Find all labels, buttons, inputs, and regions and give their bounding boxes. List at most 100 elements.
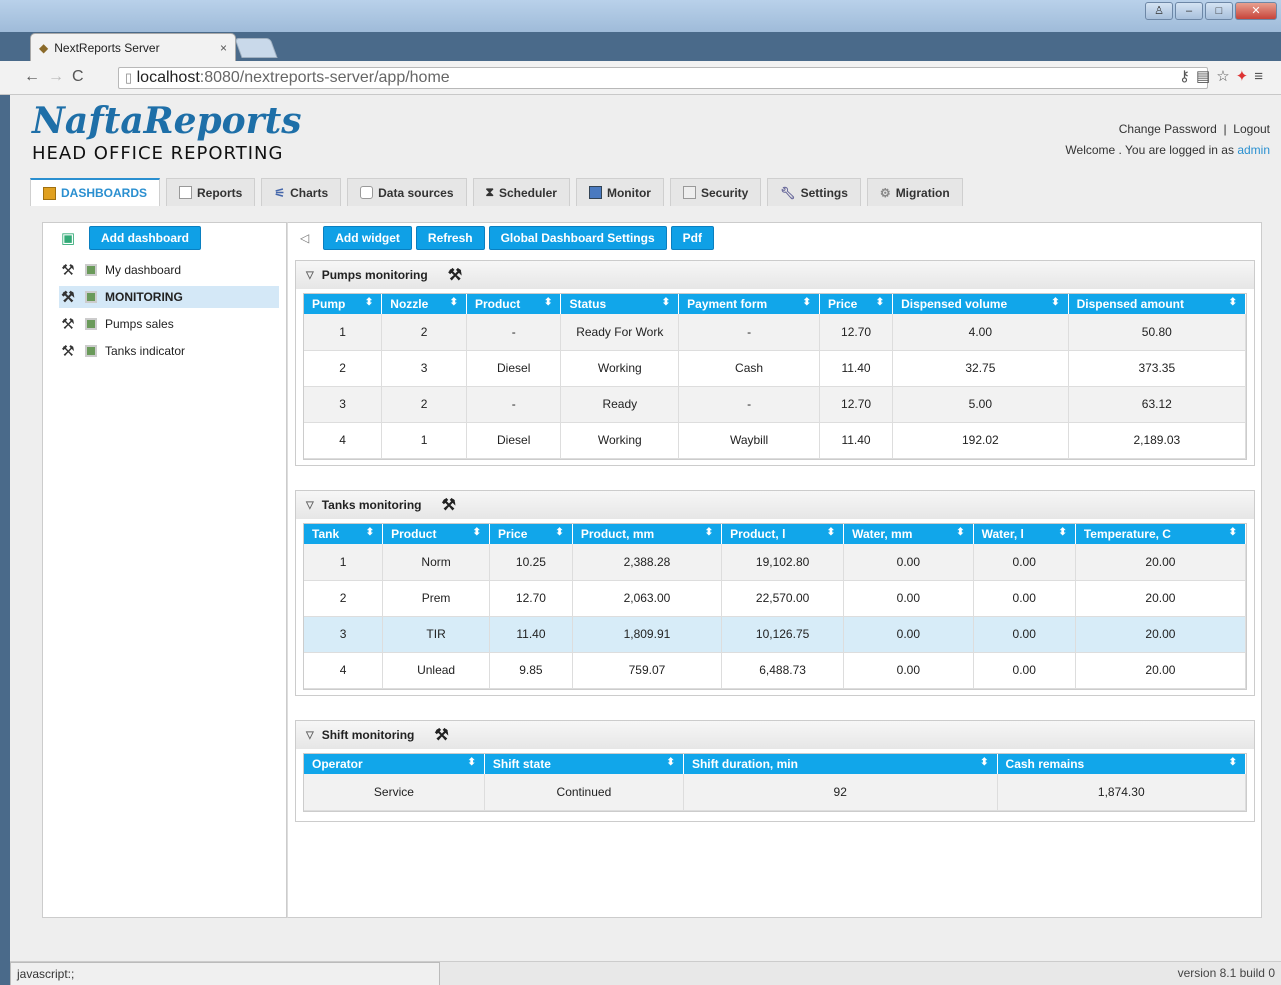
tools-icon[interactable]: ⚒ bbox=[59, 261, 77, 279]
column-header[interactable]: Tank ⬍ bbox=[304, 524, 384, 544]
column-header[interactable]: Price ⬍ bbox=[819, 294, 894, 314]
tab-scheduler[interactable]: ⧗ Scheduler bbox=[472, 178, 570, 206]
column-header[interactable]: Shift duration, min ⬍ bbox=[683, 754, 998, 774]
sort-icon[interactable]: ⬍ bbox=[662, 297, 670, 308]
new-tab-button[interactable] bbox=[234, 38, 278, 58]
collapse-icon[interactable]: ▽ bbox=[306, 730, 314, 741]
sort-icon[interactable]: ⬍ bbox=[1058, 527, 1066, 538]
column-header[interactable]: Water, mm ⬍ bbox=[843, 524, 974, 544]
table-row[interactable]: 4 Unlead 9.85 759.07 6,488.73 0.00 0.00 20.00 bbox=[304, 652, 1247, 689]
column-header[interactable]: Dispensed amount ⬍ bbox=[1068, 294, 1247, 314]
column-header[interactable]: Pump ⬍ bbox=[304, 294, 383, 314]
tools-icon[interactable]: ⚒ bbox=[434, 725, 448, 745]
column-header[interactable]: Product, mm ⬍ bbox=[572, 524, 723, 544]
column-header[interactable]: Operator ⬍ bbox=[304, 754, 485, 774]
column-header[interactable]: Product, l ⬍ bbox=[721, 524, 845, 544]
table-row[interactable]: 2 Prem 12.70 2,063.00 22,570.00 0.00 0.00 20.00 bbox=[304, 580, 1247, 617]
browser-tab[interactable]: ◆ NextReports Server × bbox=[30, 33, 236, 61]
sort-icon[interactable]: ⬍ bbox=[980, 757, 988, 768]
tab-data-sources[interactable]: Data sources bbox=[347, 178, 467, 206]
column-header[interactable]: Nozzle ⬍ bbox=[381, 294, 467, 314]
table-cell: 10.25 bbox=[489, 544, 573, 581]
tab-charts[interactable]: ⚟ Charts bbox=[261, 178, 342, 206]
sort-icon[interactable]: ⬍ bbox=[1229, 297, 1237, 308]
table-row[interactable]: 1 Norm 10.25 2,388.28 19,102.80 0.00 0.00 20.00 bbox=[304, 544, 1247, 581]
forward-icon[interactable]: → bbox=[48, 68, 72, 85]
sort-icon[interactable]: ⬍ bbox=[544, 297, 552, 308]
maximize-button[interactable]: □ bbox=[1205, 2, 1233, 20]
add-dashboard-button[interactable]: Add dashboard bbox=[89, 226, 202, 250]
sidebar-item-tanks-indicator[interactable]: ⚒ Tanks indicator bbox=[59, 340, 279, 362]
url-input[interactable]: ▯ localhost:8080/nextreports-server/app/… bbox=[118, 67, 1208, 89]
close-window-button[interactable]: ✕ bbox=[1235, 2, 1277, 20]
sort-icon[interactable]: ⬍ bbox=[1229, 757, 1237, 768]
tab-monitor[interactable]: Monitor bbox=[575, 178, 664, 206]
table-row[interactable]: Service Continued 92 1,874.30 bbox=[304, 774, 1247, 811]
sort-icon[interactable]: ⬍ bbox=[555, 527, 563, 538]
column-header[interactable]: Price ⬍ bbox=[489, 524, 573, 544]
collapse-icon[interactable]: ▽ bbox=[306, 270, 314, 281]
tools-icon[interactable]: ⚒ bbox=[59, 288, 77, 306]
collapse-sidebar-icon[interactable]: ◁ bbox=[300, 231, 309, 245]
column-header[interactable]: Temperature, C ⬍ bbox=[1075, 524, 1247, 544]
sort-icon[interactable]: ⬍ bbox=[876, 297, 884, 308]
tab-dashboards[interactable]: DASHBOARDS bbox=[30, 178, 161, 206]
column-header[interactable]: Shift state ⬍ bbox=[484, 754, 684, 774]
sort-icon[interactable]: ⬍ bbox=[473, 527, 481, 538]
tools-icon[interactable]: ⚒ bbox=[59, 342, 77, 360]
pdf-button[interactable]: Pdf bbox=[670, 226, 714, 250]
sidebar-item-pumps-sales[interactable]: ⚒ Pumps sales bbox=[59, 313, 279, 335]
minimize-button[interactable]: – bbox=[1175, 2, 1203, 20]
logout-link[interactable]: Logout bbox=[1233, 122, 1270, 136]
column-header[interactable]: Payment form ⬍ bbox=[678, 294, 820, 314]
tools-icon[interactable]: ⚒ bbox=[59, 315, 77, 333]
table-row[interactable]: 2 3 Diesel Working Cash 11.40 32.75 373.35 bbox=[304, 350, 1247, 387]
menu-icon[interactable]: ≡ bbox=[1254, 68, 1269, 85]
column-header[interactable]: Cash remains ⬍ bbox=[997, 754, 1247, 774]
close-tab-icon[interactable]: × bbox=[220, 41, 227, 55]
sort-icon[interactable]: ⬍ bbox=[1051, 297, 1059, 308]
table-cell: 0.00 bbox=[973, 652, 1076, 689]
table-row[interactable]: 3 TIR 11.40 1,809.91 10,126.75 0.00 0.00 20.00 bbox=[304, 616, 1247, 653]
collapse-icon[interactable]: ▽ bbox=[306, 500, 314, 511]
column-header[interactable]: Dispensed volume ⬍ bbox=[892, 294, 1069, 314]
column-header[interactable]: Product ⬍ bbox=[466, 294, 562, 314]
column-header[interactable]: Product ⬍ bbox=[382, 524, 491, 544]
tools-icon[interactable]: ⚒ bbox=[448, 265, 462, 285]
tab-security[interactable]: Security bbox=[669, 178, 762, 206]
sort-icon[interactable]: ⬍ bbox=[1229, 527, 1237, 538]
sort-icon[interactable]: ⬍ bbox=[803, 297, 811, 308]
key-icon[interactable]: ⚷ bbox=[1179, 68, 1196, 85]
back-icon[interactable]: ← bbox=[24, 68, 48, 85]
add-widget-button[interactable]: Add widget bbox=[323, 226, 412, 250]
column-header[interactable]: Water, l ⬍ bbox=[973, 524, 1076, 544]
sidebar-item-my-dashboard[interactable]: ⚒ My dashboard bbox=[59, 259, 279, 281]
sort-icon[interactable]: ⬍ bbox=[366, 527, 374, 538]
tab-reports[interactable]: Reports bbox=[166, 178, 256, 206]
refresh-button[interactable]: Refresh bbox=[415, 226, 485, 250]
table-row[interactable]: 3 2- Ready -12.70 5.00 63.12 bbox=[304, 386, 1247, 423]
user-link[interactable]: admin bbox=[1237, 143, 1270, 157]
sort-icon[interactable]: ⬍ bbox=[956, 527, 964, 538]
sort-icon[interactable]: ⬍ bbox=[365, 297, 373, 308]
reload-icon[interactable]: C bbox=[72, 68, 92, 85]
sort-icon[interactable]: ⬍ bbox=[705, 527, 713, 538]
column-header[interactable]: Status ⬍ bbox=[560, 294, 680, 314]
global-dashboard-settings-button[interactable]: Global Dashboard Settings bbox=[488, 226, 667, 250]
translate-icon[interactable]: ▤ bbox=[1196, 68, 1216, 85]
star-icon[interactable]: ☆ bbox=[1216, 68, 1235, 85]
sort-icon[interactable]: ⬍ bbox=[667, 757, 675, 768]
table-row[interactable]: 1 2- Ready For Work -12.70 4.00 50.80 bbox=[304, 314, 1247, 351]
tab-migration[interactable]: ⚙ Migration bbox=[866, 178, 963, 206]
table-row[interactable]: 4 1 Diesel Working Waybill 11.40 192.02 2,189.0… bbox=[304, 422, 1247, 459]
change-password-link[interactable]: Change Password bbox=[1119, 122, 1217, 136]
extension-icon[interactable]: ✦ bbox=[1236, 68, 1255, 85]
sort-icon[interactable]: ⬍ bbox=[467, 757, 475, 768]
table-cell: 11.40 bbox=[489, 616, 573, 653]
profile-icon[interactable]: ♙ bbox=[1145, 2, 1173, 20]
sidebar-item-monitoring[interactable]: ⚒ MONITORING bbox=[59, 286, 279, 308]
sort-icon[interactable]: ⬍ bbox=[827, 527, 835, 538]
tools-icon[interactable]: ⚒ bbox=[441, 495, 455, 515]
sort-icon[interactable]: ⬍ bbox=[450, 297, 458, 308]
tab-settings[interactable]: 🔧︎ Settings bbox=[767, 178, 861, 206]
